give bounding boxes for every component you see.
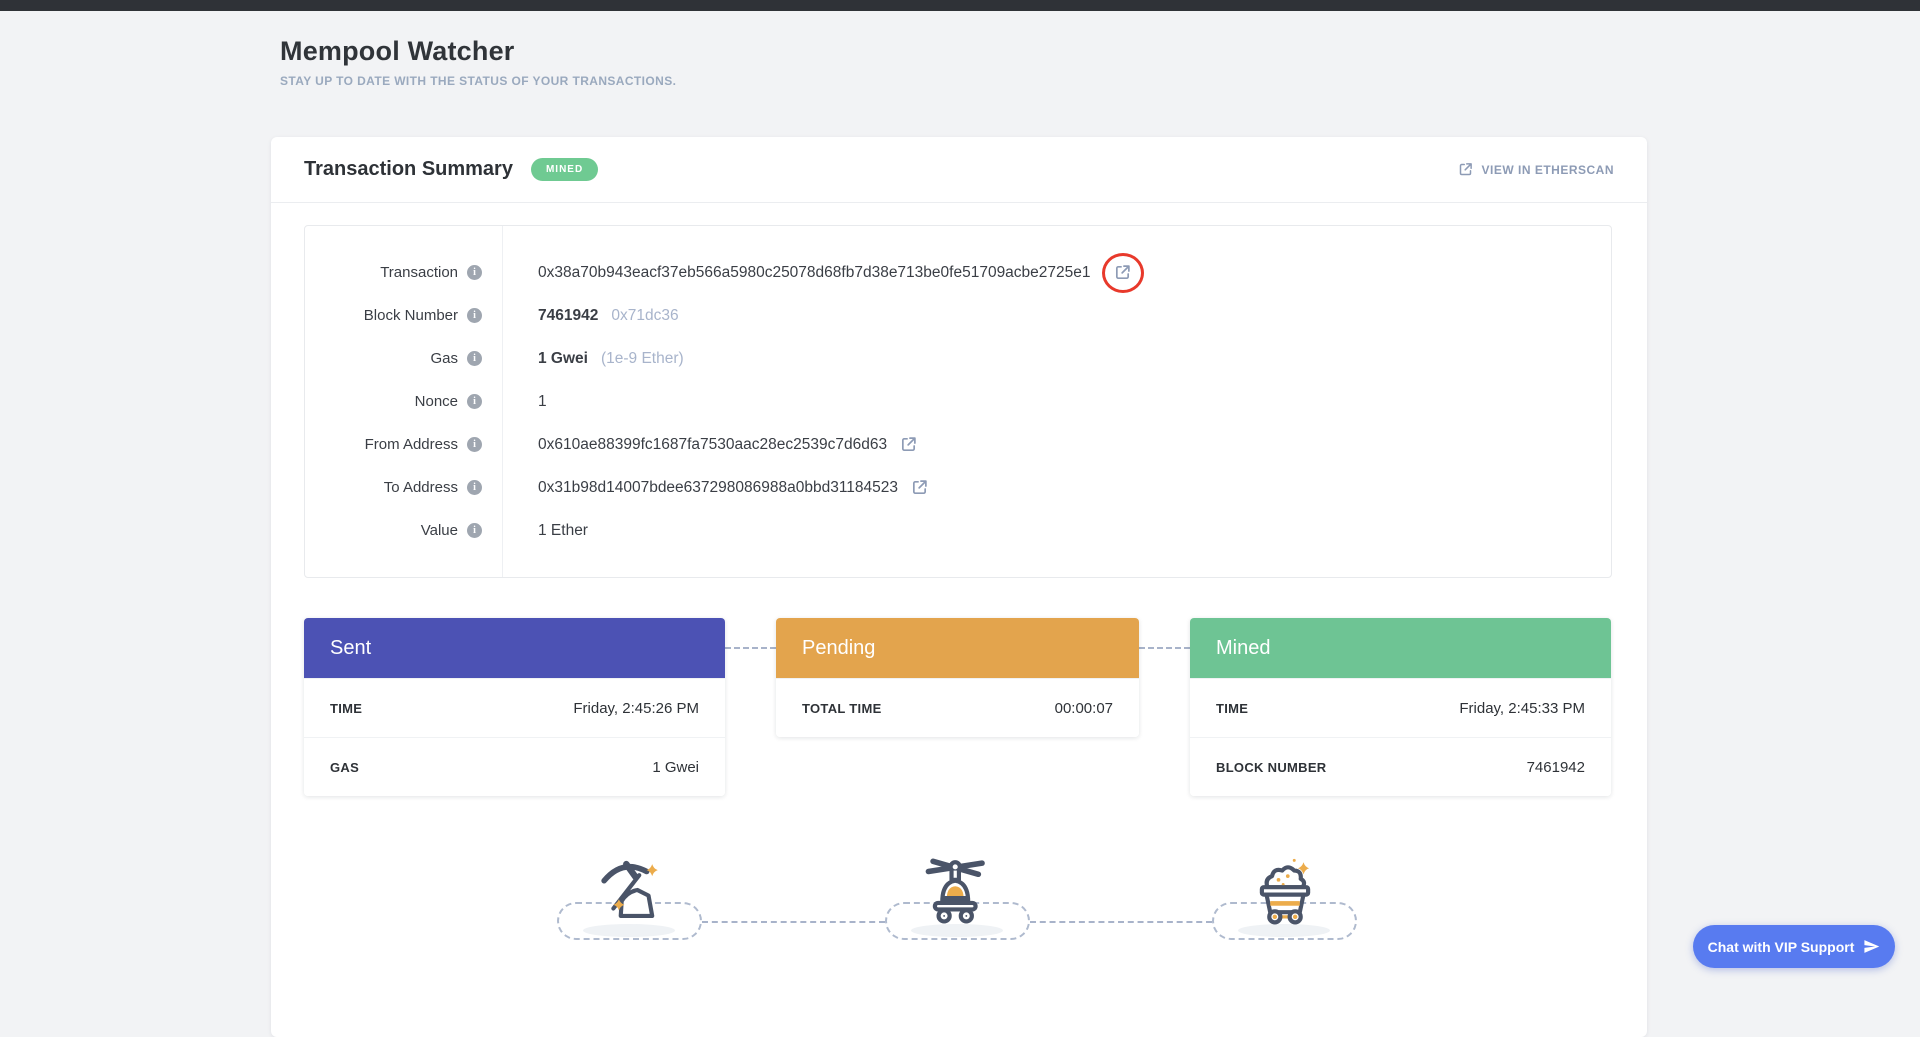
mined-block-number-row: BLOCK NUMBER 7461942 xyxy=(1190,737,1611,796)
page-subtitle: STAY UP TO DATE WITH THE STATUS OF YOUR … xyxy=(280,74,676,88)
info-icon[interactable]: i xyxy=(467,394,482,409)
mine-cart-icon xyxy=(1248,852,1322,928)
nonce-value: 1 xyxy=(538,393,547,411)
info-icon[interactable]: i xyxy=(467,265,482,280)
info-icon[interactable]: i xyxy=(467,351,482,366)
pending-stage-header: Pending xyxy=(776,618,1139,678)
pending-total-time-label: TOTAL TIME xyxy=(802,701,882,716)
pickaxe-icon xyxy=(593,852,667,928)
to-address-value: 0x31b98d14007bdee637298086988a0bbd311845… xyxy=(538,479,898,497)
status-badge: MINED xyxy=(531,158,598,181)
mined-stage-header: Mined xyxy=(1190,618,1611,678)
stage-connector xyxy=(1139,647,1190,649)
page-header: Mempool Watcher STAY UP TO DATE WITH THE… xyxy=(280,36,676,88)
detail-row-value: Value i 1 Ether xyxy=(305,509,1611,552)
sent-time-value: Friday, 2:45:26 PM xyxy=(573,700,699,717)
mined-block-number-value: 7461942 xyxy=(1527,759,1585,776)
transaction-external-link-icon[interactable] xyxy=(1114,264,1131,281)
from-address-label: From Address xyxy=(365,436,458,453)
detail-row-to-address: To Address i 0x31b98d14007bdee6372980869… xyxy=(305,466,1611,509)
details-divider xyxy=(502,226,503,577)
stage-card-sent: Sent TIME Friday, 2:45:26 PM GAS 1 Gwei xyxy=(304,618,725,796)
page-title: Mempool Watcher xyxy=(280,36,676,67)
stage-card-mined: Mined TIME Friday, 2:45:33 PM BLOCK NUMB… xyxy=(1190,618,1611,796)
mined-icon-group xyxy=(1212,852,1357,947)
gas-value: 1 Gwei xyxy=(538,350,588,368)
mined-block-number-label: BLOCK NUMBER xyxy=(1216,760,1326,775)
stage-connector xyxy=(725,647,776,649)
pending-icon-group xyxy=(885,852,1030,947)
transaction-label: Transaction xyxy=(380,264,458,281)
to-address-label: To Address xyxy=(384,479,458,496)
mined-time-label: TIME xyxy=(1216,701,1248,716)
paper-plane-icon xyxy=(1863,938,1880,955)
external-link-icon xyxy=(1458,162,1473,177)
from-address-external-link-icon[interactable] xyxy=(900,436,917,453)
info-icon[interactable]: i xyxy=(467,308,482,323)
mined-time-value: Friday, 2:45:33 PM xyxy=(1459,700,1585,717)
nonce-label: Nonce xyxy=(415,393,458,410)
sent-time-label: TIME xyxy=(330,701,362,716)
sent-icon-group xyxy=(557,852,702,947)
etherscan-link-label: VIEW IN ETHERSCAN xyxy=(1481,163,1614,177)
view-in-etherscan-link[interactable]: VIEW IN ETHERSCAN xyxy=(1458,162,1614,177)
stage-icons-row xyxy=(271,852,1647,972)
sent-stage-header: Sent xyxy=(304,618,725,678)
mined-time-row: TIME Friday, 2:45:33 PM xyxy=(1190,678,1611,737)
icon-connector xyxy=(702,921,885,923)
chat-vip-support-button[interactable]: Chat with VIP Support xyxy=(1693,925,1895,968)
transaction-details-panel: Transaction i 0x38a70b943eacf37eb566a598… xyxy=(304,225,1612,578)
sent-gas-row: GAS 1 Gwei xyxy=(304,737,725,796)
helicopter-bell-icon xyxy=(921,852,995,928)
sent-gas-label: GAS xyxy=(330,760,359,775)
info-icon[interactable]: i xyxy=(467,523,482,538)
gas-label: Gas xyxy=(430,350,458,367)
transaction-stages: Sent TIME Friday, 2:45:26 PM GAS 1 Gwei … xyxy=(304,618,1612,796)
card-header: Transaction Summary MINED VIEW IN ETHERS… xyxy=(271,137,1647,203)
block-number-hex: 0x71dc36 xyxy=(611,307,678,325)
from-address-value: 0x610ae88399fc1687fa7530aac28ec2539c7d6d… xyxy=(538,436,887,454)
top-bar xyxy=(0,0,1920,11)
pending-total-time-value: 00:00:07 xyxy=(1055,700,1113,717)
detail-row-block-number: Block Number i 7461942 0x71dc36 xyxy=(305,294,1611,337)
sent-gas-value: 1 Gwei xyxy=(652,759,699,776)
pending-total-time-row: TOTAL TIME 00:00:07 xyxy=(776,678,1139,737)
summary-title: Transaction Summary xyxy=(304,158,513,181)
detail-row-transaction: Transaction i 0x38a70b943eacf37eb566a598… xyxy=(305,251,1611,294)
detail-row-from-address: From Address i 0x610ae88399fc1687fa7530a… xyxy=(305,423,1611,466)
block-number-value: 7461942 xyxy=(538,307,598,325)
gas-ether-equivalent: (1e-9 Ether) xyxy=(601,350,684,368)
red-circle-annotation xyxy=(1102,253,1144,293)
icon-connector xyxy=(1030,921,1212,923)
stage-card-pending: Pending TOTAL TIME 00:00:07 xyxy=(776,618,1139,737)
to-address-external-link-icon[interactable] xyxy=(911,479,928,496)
chat-button-label: Chat with VIP Support xyxy=(1708,939,1855,955)
transaction-summary-card: Transaction Summary MINED VIEW IN ETHERS… xyxy=(271,137,1647,1037)
value-label: Value xyxy=(421,522,458,539)
info-icon[interactable]: i xyxy=(467,437,482,452)
value-value: 1 Ether xyxy=(538,522,588,540)
detail-row-gas: Gas i 1 Gwei (1e-9 Ether) xyxy=(305,337,1611,380)
info-icon[interactable]: i xyxy=(467,480,482,495)
detail-row-nonce: Nonce i 1 xyxy=(305,380,1611,423)
sent-time-row: TIME Friday, 2:45:26 PM xyxy=(304,678,725,737)
transaction-hash: 0x38a70b943eacf37eb566a5980c25078d68fb7d… xyxy=(538,264,1091,282)
block-number-label: Block Number xyxy=(364,307,458,324)
